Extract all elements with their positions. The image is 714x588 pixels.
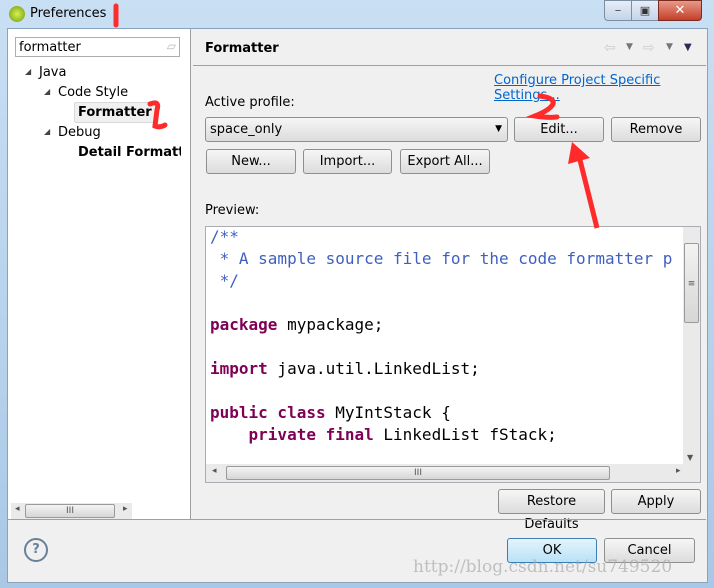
annotation-mark-3 [525,93,560,120]
arrow-head-icon [568,142,590,164]
arrow-line [575,151,600,229]
annotation-mark-2 [147,100,168,130]
annotation-overlay [113,3,600,229]
